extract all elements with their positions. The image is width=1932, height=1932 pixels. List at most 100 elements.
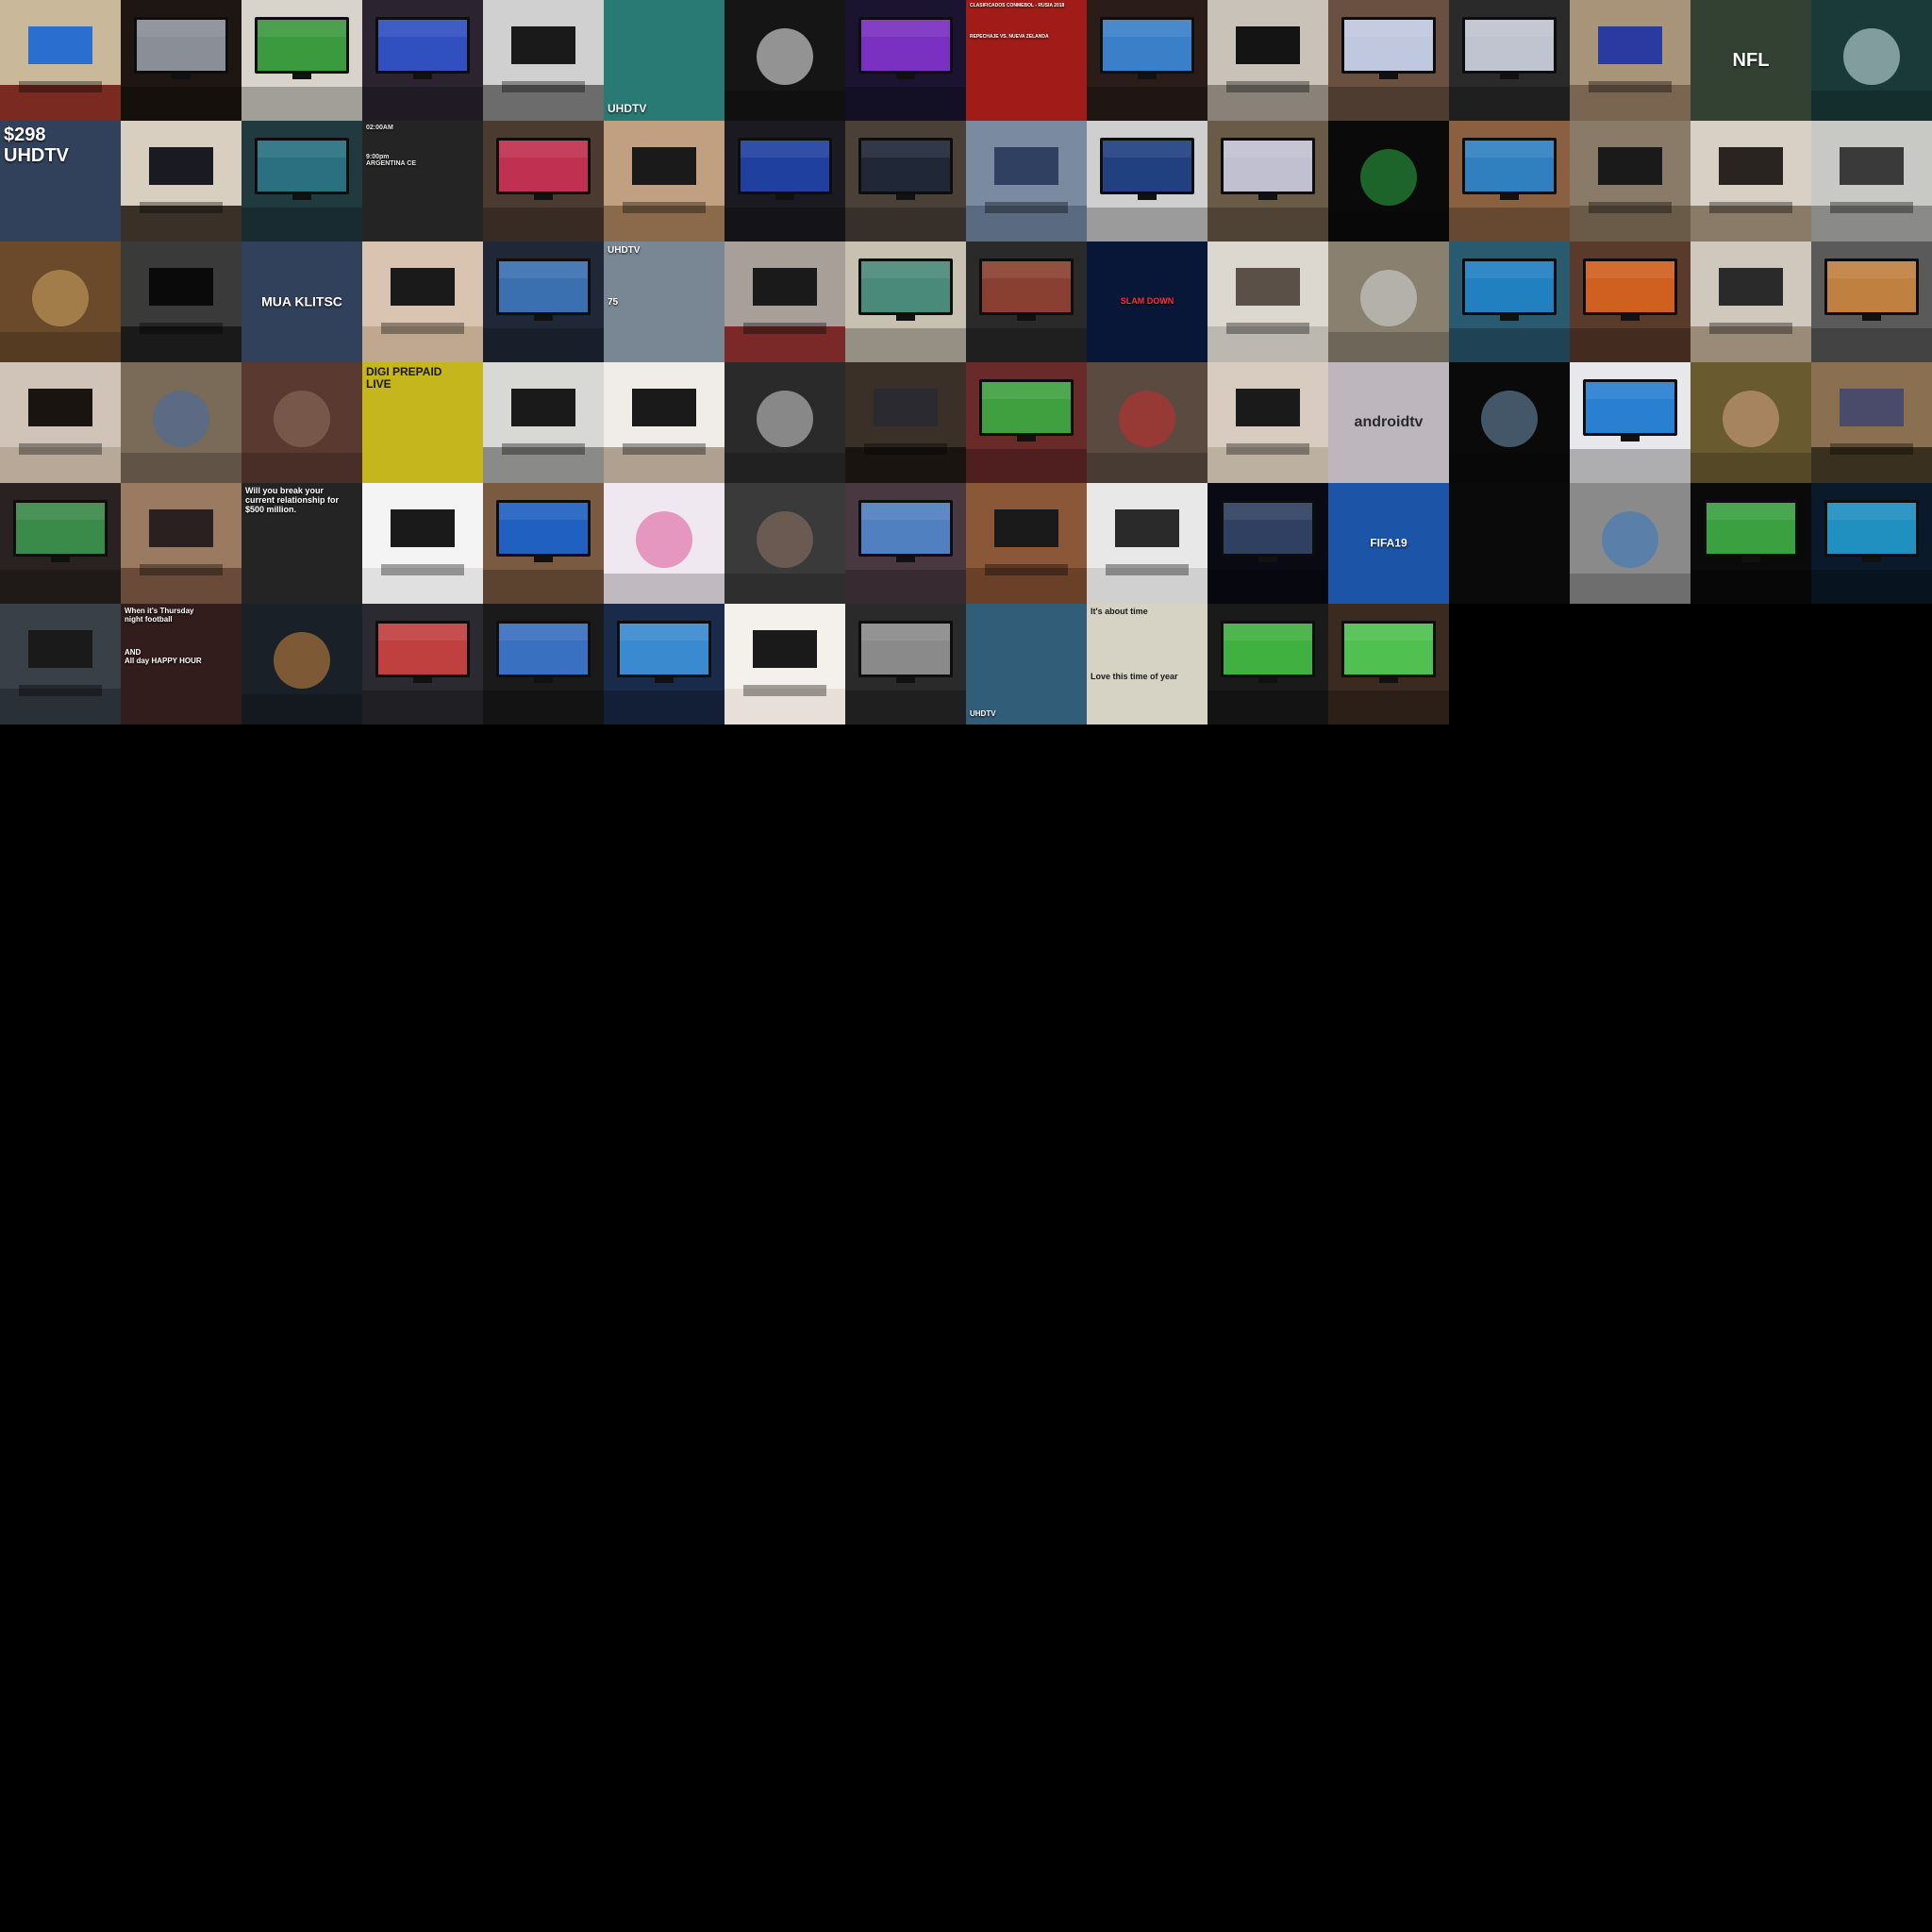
tile-white-wall-tv (604, 362, 724, 483)
tile-bw-living-room-image (483, 0, 604, 121)
tile-bed-tv (845, 483, 966, 604)
tile-dollhouse-image (604, 483, 724, 604)
tv-set (1840, 389, 1904, 426)
tv-set (1115, 509, 1179, 547)
tile-modern-lounge-image (1811, 121, 1932, 242)
tile-living-sofa-image (604, 121, 724, 242)
tile-bar-display-image (966, 242, 1087, 362)
tile-uhdtv-beach-caption: UHDTV (608, 101, 647, 115)
tile-home-theater-stand-image (845, 121, 966, 242)
tile-window-tv (1811, 362, 1932, 483)
tile-gaming-setup-image (483, 604, 604, 724)
tile-androidtv-caption: androidtv (1354, 414, 1424, 431)
tile-silhouette-phone (1328, 121, 1449, 242)
tile-cans-pile-image (1328, 242, 1449, 362)
tile-speakers-tv (121, 242, 242, 362)
tile-digi-prepaid-caption: DIGI PREPAID LIVE (366, 365, 442, 391)
tile-thursday-football: When it's Thursday night football AND Al… (121, 604, 242, 724)
tile-wood-wall-unit (1570, 0, 1690, 121)
tile-soccer-poster: CLASIFICADOS CONMEBOL - RUSIA 2018 REPEC… (966, 0, 1087, 121)
tile-bw-living-room (483, 0, 604, 121)
tile-ps4-controller (724, 0, 845, 121)
tile-dark-fantasy-city (242, 604, 362, 724)
tile-palm-scuba (1449, 242, 1570, 362)
tile-dvd-wall (1570, 121, 1690, 242)
tile-collectibles-wall-image (1087, 362, 1208, 483)
tv-set (1236, 389, 1300, 426)
tile-cabinet-tv-image (1208, 121, 1328, 242)
tv-set (511, 389, 575, 426)
tile-split-room (724, 604, 845, 724)
tile-marble-wall (1208, 242, 1328, 362)
tile-cityscape-tv (362, 0, 483, 121)
tile-plant-tv-stand (121, 121, 242, 242)
tile-blank-wall-tv-image (362, 242, 483, 362)
tile-basement-frames (1208, 362, 1328, 483)
tile-aquarium-tv-image (724, 121, 845, 242)
tile-wrestling-stage-caption: SLAM DOWN (1120, 296, 1174, 307)
tv-set (149, 509, 213, 547)
tile-usa-map-caption: It's about time Love this time of year (1091, 607, 1178, 682)
tile-buffet-food (0, 242, 121, 362)
tv-set (632, 147, 696, 185)
tile-video-editor (242, 121, 362, 242)
tile-blue-room-tv (604, 604, 724, 724)
tile-soccer-tv-cat-image (242, 0, 362, 121)
tile-fifa19: FIFA19 (1328, 483, 1449, 604)
tile-soccer-poster-caption: CLASIFICADOS CONMEBOL - RUSIA 2018 REPEC… (970, 3, 1065, 40)
tile-selfie-man (1690, 362, 1811, 483)
tile-kids-entertainment-unit-image (966, 483, 1087, 604)
tv-set (753, 268, 817, 306)
tile-checkered-rug-image (1087, 121, 1208, 242)
tile-soccer-dark-tv (1690, 483, 1811, 604)
tile-store-price: $298 UHDTV (0, 121, 121, 242)
tile-cat-silhouette-image (1449, 362, 1570, 483)
tile-snowglobe-image (1811, 0, 1932, 121)
tile-speaker-wall (1208, 0, 1328, 121)
tv-set (753, 630, 817, 668)
tile-black-empty-image (1449, 483, 1570, 604)
tile-floral-wallpaper-image (1087, 483, 1208, 604)
tile-flowers-tv-image (483, 121, 604, 242)
tile-beer-fire-tv-image (1570, 242, 1690, 362)
tile-living-sofa (604, 121, 724, 242)
tile-sunroom-tv (483, 362, 604, 483)
tile-bar-man-image (362, 604, 483, 724)
tile-cards-pile-image (1570, 483, 1690, 604)
tile-uhdtv-girl-caption: UHDTV (970, 709, 996, 719)
tile-soccer-bright-image (1208, 604, 1328, 724)
tile-androidtv: androidtv (1328, 362, 1449, 483)
tile-uhdtv-girl: UHDTV (966, 604, 1087, 724)
tile-cabinet-tv (1208, 121, 1328, 242)
tile-woman-red-tv (362, 483, 483, 604)
tile-bw-abstract (724, 362, 845, 483)
tv-set (28, 26, 92, 64)
tile-wall-shelves (1690, 121, 1811, 242)
tile-checkered-rug (1087, 121, 1208, 242)
tile-ps4-controller-image (724, 0, 845, 121)
tile-wall-shelves-image (1690, 121, 1811, 242)
tile-tv-box-store (966, 121, 1087, 242)
tile-buffet-food-image (0, 242, 121, 362)
tile-kids-tv (845, 242, 966, 362)
tile-flowers-tv (483, 121, 604, 242)
tile-old-console-image (242, 362, 362, 483)
tile-modern-lounge (1811, 121, 1932, 242)
tile-subwoofer-setup (845, 362, 966, 483)
tv-set (149, 268, 213, 306)
tile-blue-dark-room-image (1208, 483, 1328, 604)
tile-soccer-bright (1208, 604, 1328, 724)
tile-red-wall-tv-image (724, 242, 845, 362)
tile-speaker-wall-image (1208, 0, 1328, 121)
tile-hotel-bed-image (0, 604, 121, 724)
tile-dark-room-projector-image (121, 0, 242, 121)
tile-beer-fire-tv (1570, 242, 1690, 362)
tile-selfie-man-image (1690, 362, 1811, 483)
tv-set (391, 268, 455, 306)
tile-money-stack-caption: Will you break your current relationship… (245, 486, 340, 514)
tile-dark-lounge-tv-image (1087, 0, 1208, 121)
tile-world-cup-schedule-caption: 02:00AM 9:00pm ARGENTINA CE (366, 125, 417, 168)
tv-set (1236, 268, 1300, 306)
tile-restaurant-tv-image (0, 0, 121, 121)
tile-collectibles-wall (1087, 362, 1208, 483)
